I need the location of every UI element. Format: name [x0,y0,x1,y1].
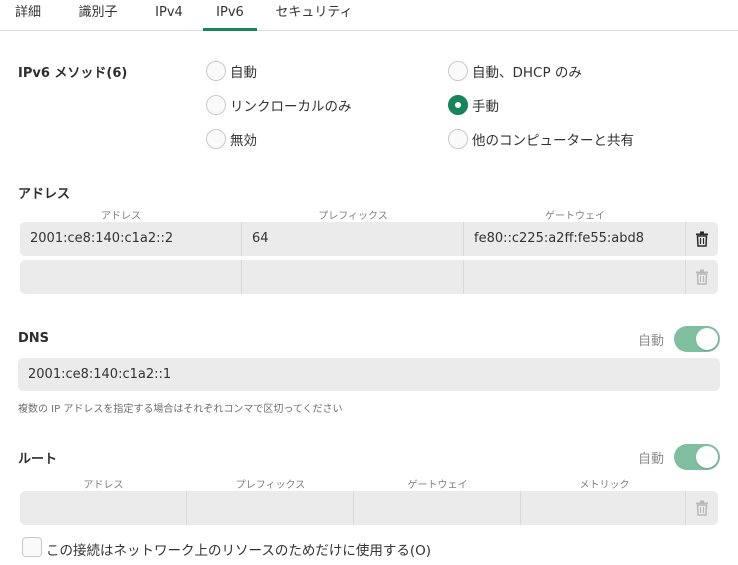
gateway-field[interactable]: fe80::c225:a2ff:fe55:abd8 [464,222,686,256]
route-row [20,491,718,525]
method-manual-radio[interactable]: 手動 [448,94,499,116]
tab-security[interactable]: セキュリティ [266,0,362,31]
radio-label: リンクローカルのみ [230,99,352,115]
toggle-knob [696,446,718,468]
routes-title: ルート [18,452,58,467]
local-only-label: この接続はネットワーク上のリソースのためだけに使用する(O) [46,543,431,559]
ipv6-method-title: IPv6 メソッド(6) [18,66,128,81]
radio-label: 無効 [230,133,257,149]
delete-route-button-disabled [686,491,718,525]
route-address-column-header: アドレス [83,480,124,491]
dns-auto-label: 自動 [638,334,665,349]
local-only-checkbox[interactable] [22,537,42,557]
radio-label: 自動、DHCP のみ [472,65,582,81]
method-disabled-radio[interactable]: 無効 [206,128,257,150]
address-field[interactable]: 2001:ce8:140:c1a2::2 [20,222,242,256]
gateway-column-header: ゲートウェイ [545,211,605,222]
method-auto-dhcp-radio[interactable]: 自動、DHCP のみ [448,60,582,82]
route-metric-field[interactable] [521,491,686,525]
radio-circle [206,95,226,115]
delete-address-button-disabled [686,260,718,294]
radio-label: 他のコンピューターと共有 [472,133,634,149]
route-metric-column-header: メトリック [579,480,630,491]
route-gateway-column-header: ゲートウェイ [407,480,468,491]
trash-icon [696,269,708,285]
method-shared-radio[interactable]: 他のコンピューターと共有 [448,128,634,150]
radio-circle [206,129,226,149]
trash-icon [696,500,708,516]
delete-address-button[interactable] [686,222,718,256]
address-row-empty [20,260,718,294]
prefix-field[interactable] [242,260,464,294]
method-auto-radio[interactable]: 自動 [206,60,257,82]
prefix-field[interactable]: 64 [242,222,464,256]
tab-ipv6[interactable]: IPv6 [203,0,257,31]
route-prefix-column-header: プレフィックス [235,480,306,491]
radio-circle [448,61,468,81]
address-row: 2001:ce8:140:c1a2::2 64 fe80::c225:a2ff:… [20,222,718,256]
route-gateway-field[interactable] [354,491,521,525]
dns-input[interactable]: 2001:ce8:140:c1a2::1 [18,358,720,391]
toggle-knob [696,328,718,350]
tab-details[interactable]: 詳細 [4,0,52,31]
dns-hint: 複数の IP アドレスを指定する場合はそれぞれコンマで区切ってください [18,404,343,415]
gateway-field[interactable] [464,260,686,294]
radio-circle [206,61,226,81]
dns-auto-toggle[interactable] [674,326,720,352]
tab-identity[interactable]: 識別子 [64,0,132,31]
routes-auto-toggle[interactable] [674,444,720,470]
address-column-header: アドレス [101,211,141,222]
method-link-local-radio[interactable]: リンクローカルのみ [206,94,352,116]
radio-circle-checked [448,95,468,115]
radio-label: 自動 [230,65,257,81]
prefix-column-header: プレフィックス [318,211,388,222]
address-field[interactable] [20,260,242,294]
radio-circle [448,129,468,149]
addresses-title: アドレス [18,187,71,202]
tab-ipv4[interactable]: IPv4 [142,0,196,31]
route-address-field[interactable] [20,491,187,525]
route-prefix-field[interactable] [187,491,354,525]
dns-title: DNS [18,331,50,346]
routes-auto-label: 自動 [638,452,665,467]
radio-label: 手動 [472,99,499,115]
tab-bar: 詳細 識別子 IPv4 IPv6 セキュリティ [0,0,738,31]
trash-icon [696,231,708,247]
